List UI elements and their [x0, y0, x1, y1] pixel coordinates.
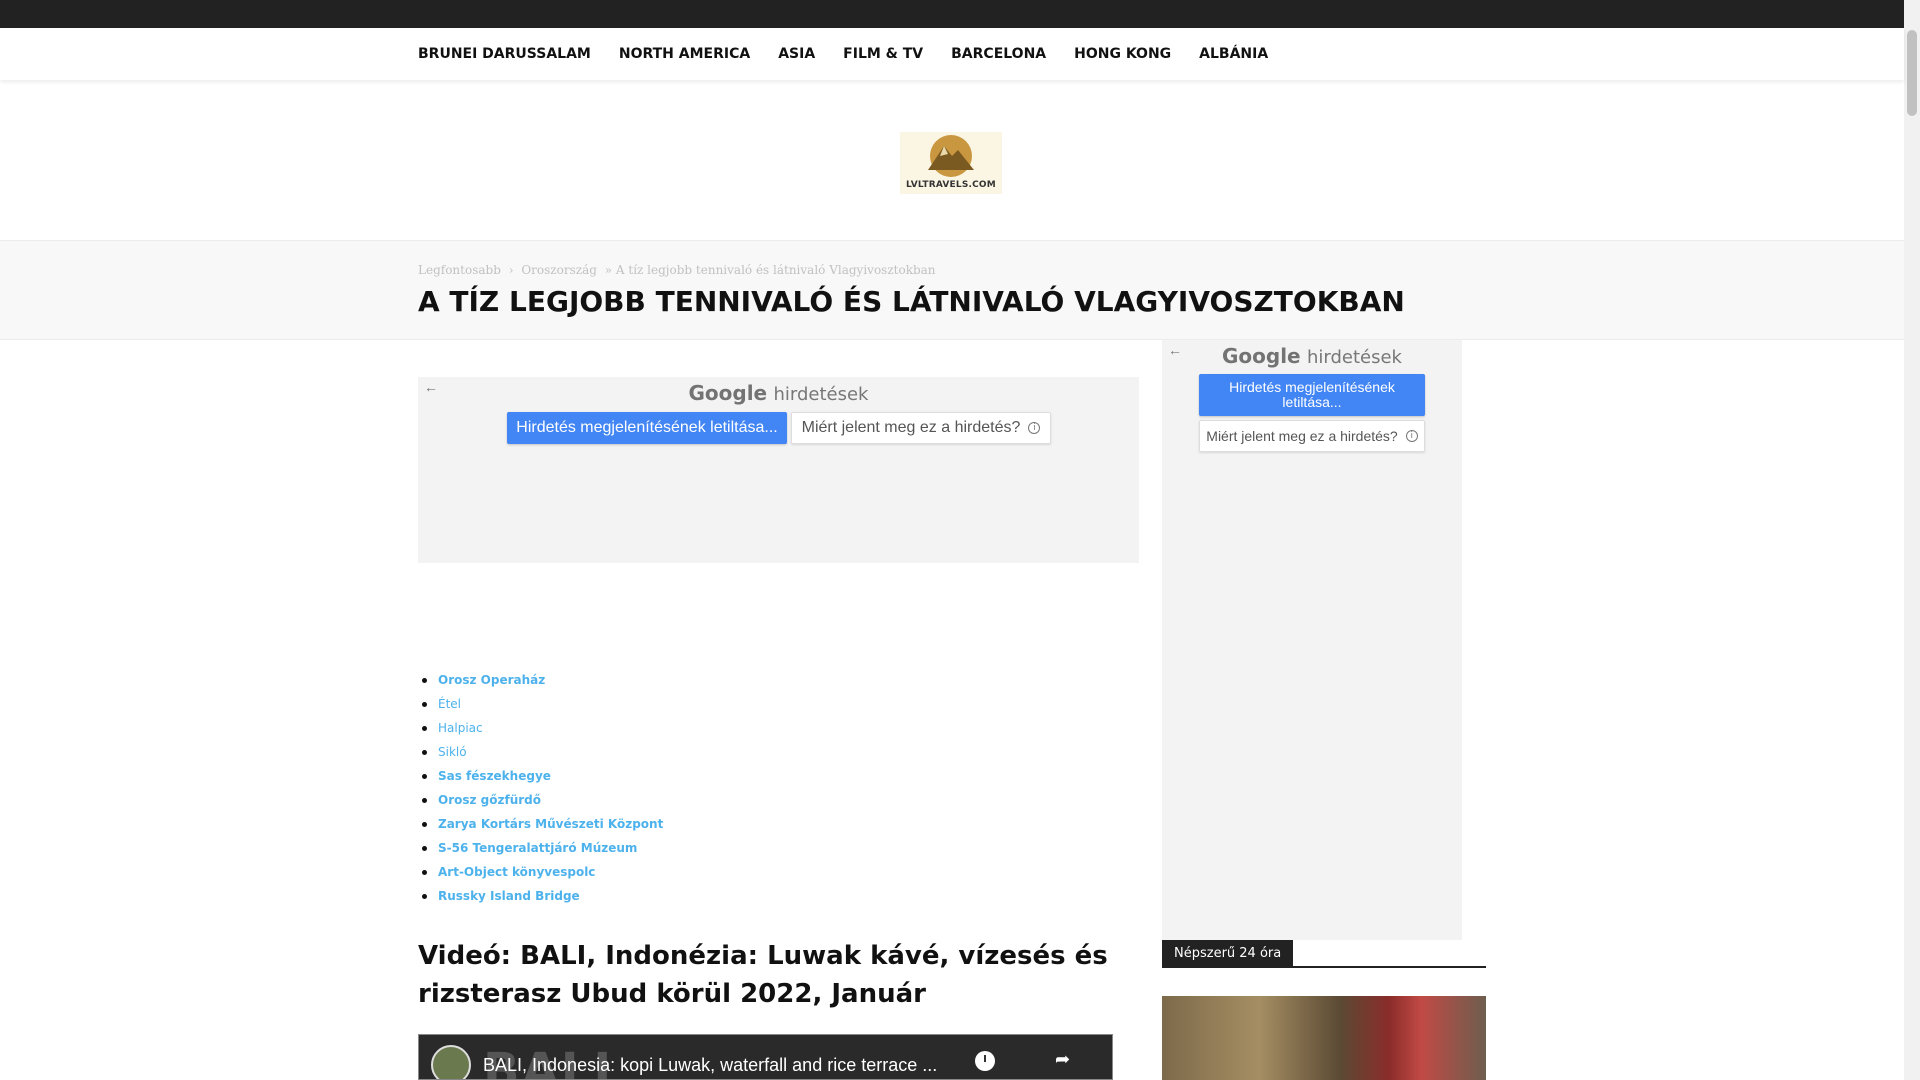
- toc-item[interactable]: Zarya Kortárs Művészeti Központ: [420, 814, 663, 838]
- ad-banner-main: ← Google hirdetések Hirdetés megjeleníté…: [418, 377, 1139, 563]
- google-logo: Google: [1221, 344, 1301, 368]
- ad-brand: Google hirdetések: [418, 381, 1139, 405]
- toc-item[interactable]: Halpiac: [420, 718, 663, 742]
- share-icon[interactable]: ➦: [1055, 1049, 1070, 1070]
- site-header: LVLTRAVELS.COM: [0, 80, 1904, 240]
- scrollbar[interactable]: [1904, 0, 1920, 1080]
- nav-item-north-america[interactable]: NORTH AMERICA: [619, 46, 750, 62]
- breadcrumb-separator: ›: [508, 263, 514, 277]
- toc-item[interactable]: Sas fészekhegye: [420, 766, 663, 790]
- site-logo[interactable]: LVLTRAVELS.COM: [900, 132, 1002, 194]
- nav-item-brunei[interactable]: BRUNEI DARUSSALAM: [418, 46, 591, 62]
- video-caption[interactable]: BALI, Indonesia: kopi Luwak, waterfall a…: [483, 1055, 937, 1076]
- popular-header: Népszerű 24 óra: [1162, 940, 1486, 968]
- stop-ad-button[interactable]: Hirdetés megjelenítésének letiltása...: [1199, 374, 1425, 416]
- info-icon: i: [1028, 422, 1041, 434]
- google-logo: Google: [688, 381, 768, 405]
- video-heading: Videó: BALI, Indonézia: Luwak kávé, víze…: [418, 941, 1108, 1009]
- ad-banner-sidebar: ← Google hirdetések Hirdetés megjeleníté…: [1162, 340, 1462, 940]
- nav-item-hong-kong[interactable]: HONG KONG: [1074, 46, 1171, 62]
- video-player[interactable]: BALI BALI, Indonesia: kopi Luwak, waterf…: [418, 1034, 1113, 1080]
- popular-label: Népszerű 24 óra: [1162, 940, 1294, 968]
- channel-avatar[interactable]: [431, 1045, 471, 1079]
- logo-text: LVLTRAVELS.COM: [906, 180, 996, 190]
- toc-item[interactable]: Étel: [420, 694, 663, 718]
- nav-item-barcelona[interactable]: BARCELONA: [951, 46, 1046, 62]
- nav-item-film-tv[interactable]: FILM & TV: [843, 46, 923, 62]
- nav-item-asia[interactable]: ASIA: [778, 46, 815, 62]
- why-this-ad-button[interactable]: Miért jelent meg ez a hirdetés? i: [1199, 420, 1425, 452]
- breadcrumb-home[interactable]: Legfontosabb: [418, 263, 501, 277]
- popular-post-image[interactable]: [1162, 996, 1486, 1080]
- why-this-ad-label: Miért jelent meg ez a hirdetés?: [1206, 428, 1398, 444]
- top-bar: [0, 0, 1920, 28]
- stop-ad-button[interactable]: Hirdetés megjelenítésének letiltása...: [507, 412, 787, 444]
- breadcrumb: Legfontosabb › Oroszország » A tíz legjo…: [418, 263, 940, 277]
- info-icon: i: [1405, 430, 1418, 442]
- breadcrumb-current: » A tíz legjobb tennivaló és látnivaló V…: [604, 263, 936, 277]
- scrollbar-thumb[interactable]: [1907, 30, 1917, 116]
- ad-label: hirdetések: [773, 384, 869, 405]
- nav-item-albania[interactable]: ALBÁNIA: [1199, 46, 1268, 62]
- toc-item[interactable]: S-56 Tengeralattjáró Múzeum: [420, 838, 663, 862]
- toc-item[interactable]: Sikló: [420, 742, 663, 766]
- toc-item[interactable]: Russky Island Bridge: [420, 886, 663, 910]
- ad-brand: Google hirdetések: [1162, 344, 1462, 368]
- toc-item[interactable]: Art-Object könyvespolc: [420, 862, 663, 886]
- toc-item[interactable]: Orosz gőzfürdő: [420, 790, 663, 814]
- page-title: A TÍZ LEGJOBB TENNIVALÓ ÉS LÁTNIVALÓ VLA…: [418, 285, 1405, 318]
- why-this-ad-button[interactable]: Miért jelent meg ez a hirdetés? i: [791, 412, 1051, 444]
- why-this-ad-label: Miért jelent meg ez a hirdetés?: [801, 419, 1021, 436]
- toc-item[interactable]: Orosz Operaház: [420, 670, 663, 694]
- table-of-contents: Orosz Operaház Étel Halpiac Sikló Sas fé…: [420, 670, 663, 910]
- ad-label: hirdetések: [1306, 347, 1402, 368]
- breadcrumb-category[interactable]: Oroszország: [521, 263, 597, 277]
- title-section: Legfontosabb › Oroszország » A tíz legjo…: [0, 240, 1904, 340]
- clock-icon[interactable]: [975, 1051, 995, 1071]
- nav-menu: BRUNEI DARUSSALAM NORTH AMERICA ASIA FIL…: [418, 28, 1296, 80]
- main-navigation: BRUNEI DARUSSALAM NORTH AMERICA ASIA FIL…: [0, 28, 1904, 80]
